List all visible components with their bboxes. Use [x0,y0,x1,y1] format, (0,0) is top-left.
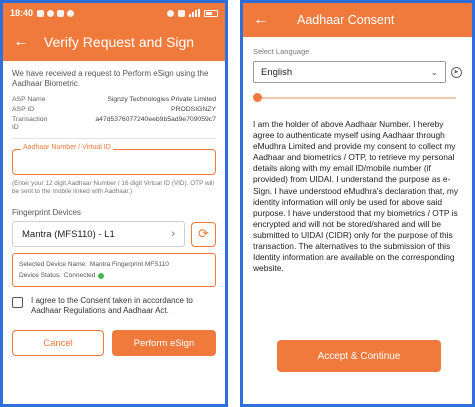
language-dropdown[interactable]: English ⌄ [253,61,446,83]
cancel-button[interactable]: Cancel [12,330,104,356]
app-bar: ← Verify Request and Sign [3,23,225,61]
perform-esign-button[interactable]: Perform eSign [112,330,216,356]
aadhaar-number-input[interactable] [13,150,215,174]
slider-thumb[interactable] [253,93,262,102]
status-bar: 18:40 [3,3,225,23]
device-name: Mantra Fingerprint MFS110 [89,261,169,268]
consent-paragraph: I am the holder of above Aadhaar Number.… [253,119,459,274]
chat-icon [67,9,75,17]
back-arrow-icon[interactable]: ← [253,11,291,29]
device-status: Connected [63,272,96,279]
aadhaar-field-label: Aadhaar Number / Virtual ID [21,144,113,151]
app-bar: ← Aadhaar Consent [243,3,472,37]
aadhaar-hint: (Enter your 12 digit Aadhaar Number / 16… [12,180,214,195]
back-arrow-icon[interactable]: ← [13,33,41,51]
detail-row-transaction-id: Transaction ID a47d537607724​0eeb9b5ad9e… [12,116,216,131]
chevron-right-icon: › [171,228,175,240]
audio-progress-slider[interactable] [253,93,462,103]
page-title: Aadhaar Consent [297,13,395,27]
verify-request-screen: 18:40 ← Verify Request and Sign We have … [0,0,228,407]
intro-text: We have received a request to Perform eS… [12,69,209,88]
device-info-box: Selected Device Name: Mantra Fingerprint… [12,253,216,287]
status-indicator-icon [98,272,105,279]
alarm-icon [167,9,174,17]
page-title: Verify Request and Sign [43,34,195,50]
refresh-icon: ⟳ [198,226,209,241]
detail-row-asp-id: ASP ID PRODSIGNZY [12,106,216,113]
detail-row-asp-name: ASP Name Signzy Technologies Private Lim… [12,96,216,103]
language-value: English [261,66,293,78]
consent-checkbox[interactable] [12,297,23,308]
aadhaar-consent-screen: ← Aadhaar Consent Select Language Englis… [240,0,475,407]
device-selector[interactable]: Mantra (MFS110) - L1 › [12,221,185,247]
select-language-label: Select Language [253,47,310,56]
aadhaar-number-field[interactable]: Aadhaar Number / Virtual ID [12,144,216,175]
consent-label: I agree to the Consent taken in accordan… [31,296,193,315]
divider [12,138,216,139]
message-icon [57,9,65,17]
fingerprint-devices-label: Fingerprint Devices [12,208,81,217]
refresh-button[interactable]: ⟳ [191,221,216,247]
app-icon [47,9,55,17]
wifi-icon [178,9,185,17]
play-audio-button[interactable]: ▶ [451,66,462,78]
battery-icon [204,9,218,17]
accept-continue-button[interactable]: Accept & Continue [277,340,441,372]
notification-icon [37,9,45,17]
chevron-down-icon: ⌄ [430,66,438,77]
status-time: 18:40 [10,8,34,18]
signal-icon [189,9,200,17]
play-icon: ▶ [454,69,459,75]
device-selected-value: Mantra (MFS110) - L1 [22,228,115,240]
